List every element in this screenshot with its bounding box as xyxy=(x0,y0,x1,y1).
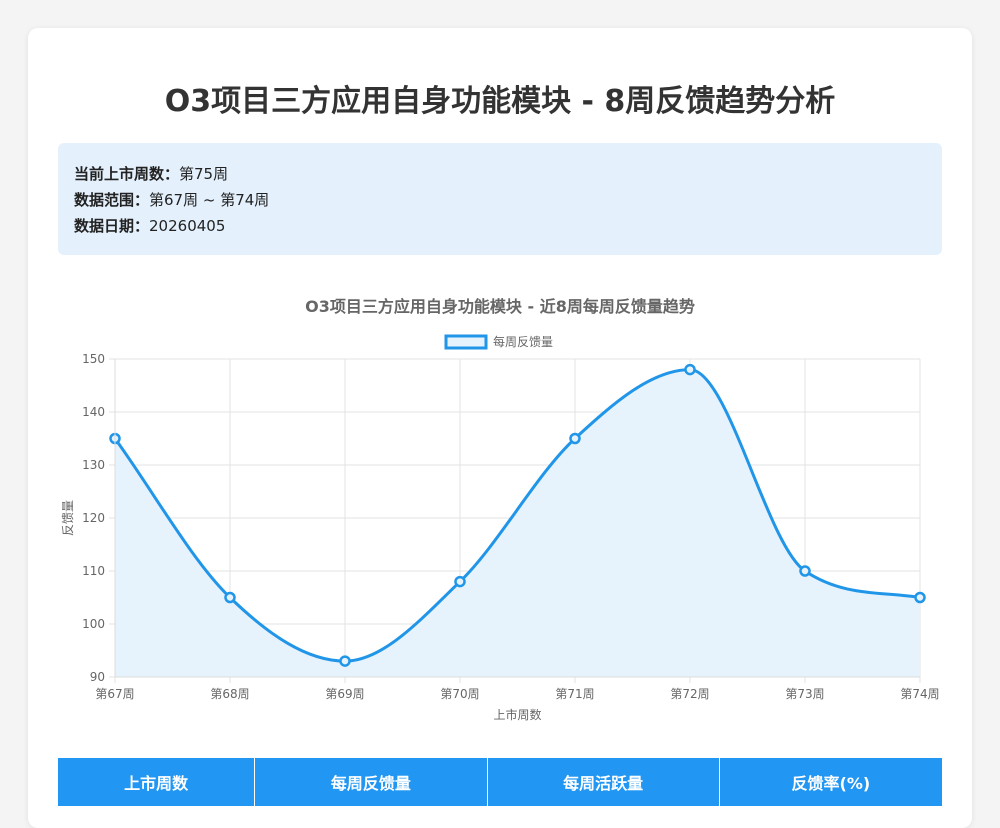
data-point xyxy=(569,432,581,445)
x-axis-label: 上市周数 xyxy=(493,707,541,722)
x-tick-label: 第67周 xyxy=(95,687,134,701)
table-header-row: 上市周数 每周反馈量 每周活跃量 反馈率(%) xyxy=(58,758,942,806)
y-tick-label: 100 xyxy=(82,617,105,631)
x-tick-label: 第72周 xyxy=(670,687,709,701)
y-axis-label: 反馈量 xyxy=(61,500,75,536)
y-tick-label: 130 xyxy=(82,458,105,472)
y-tick-label: 120 xyxy=(82,511,105,525)
data-point xyxy=(684,363,696,376)
data-point xyxy=(224,591,236,604)
chart-title: O3项目三方应用自身功能模块 - 近8周每周反馈量趋势 xyxy=(305,297,695,316)
report-card: O3项目三方应用自身功能模块 - 8周反馈趋势分析 当前上市周数：第75周 数据… xyxy=(28,28,972,828)
y-tick-label: 110 xyxy=(82,564,105,578)
table-header-active: 每周活跃量 xyxy=(487,758,720,806)
table-header-week: 上市周数 xyxy=(58,758,256,806)
table-header-rate: 反馈率(%) xyxy=(719,758,942,806)
legend-swatch xyxy=(444,334,488,350)
data-table-wrap: 上市周数 每周反馈量 每周活跃量 反馈率(%) xyxy=(58,758,942,806)
y-tick-label: 140 xyxy=(82,405,105,419)
x-tick-label: 第74周 xyxy=(900,687,939,701)
x-tick-label: 第70周 xyxy=(440,687,479,701)
data-point xyxy=(454,575,466,588)
legend-label: 每周反馈量 xyxy=(493,334,553,349)
y-tick-label: 90 xyxy=(90,670,105,684)
x-tick-label: 第68周 xyxy=(210,687,249,701)
data-point xyxy=(914,591,926,604)
x-tick-label: 第69周 xyxy=(325,687,364,701)
data-point xyxy=(339,655,351,667)
x-tick-label: 第71周 xyxy=(555,687,594,701)
y-tick-label: 150 xyxy=(82,352,105,366)
series-area xyxy=(115,369,920,677)
x-tick-label: 第73周 xyxy=(785,687,824,701)
data-table: 上市周数 每周反馈量 每周活跃量 反馈率(%) xyxy=(58,758,942,806)
trend-chart: O3项目三方应用自身功能模块 - 近8周每周反馈量趋势每周反馈量 90 100 110… xyxy=(61,297,940,722)
table-header-feedback: 每周反馈量 xyxy=(254,758,488,806)
data-point xyxy=(799,565,811,577)
